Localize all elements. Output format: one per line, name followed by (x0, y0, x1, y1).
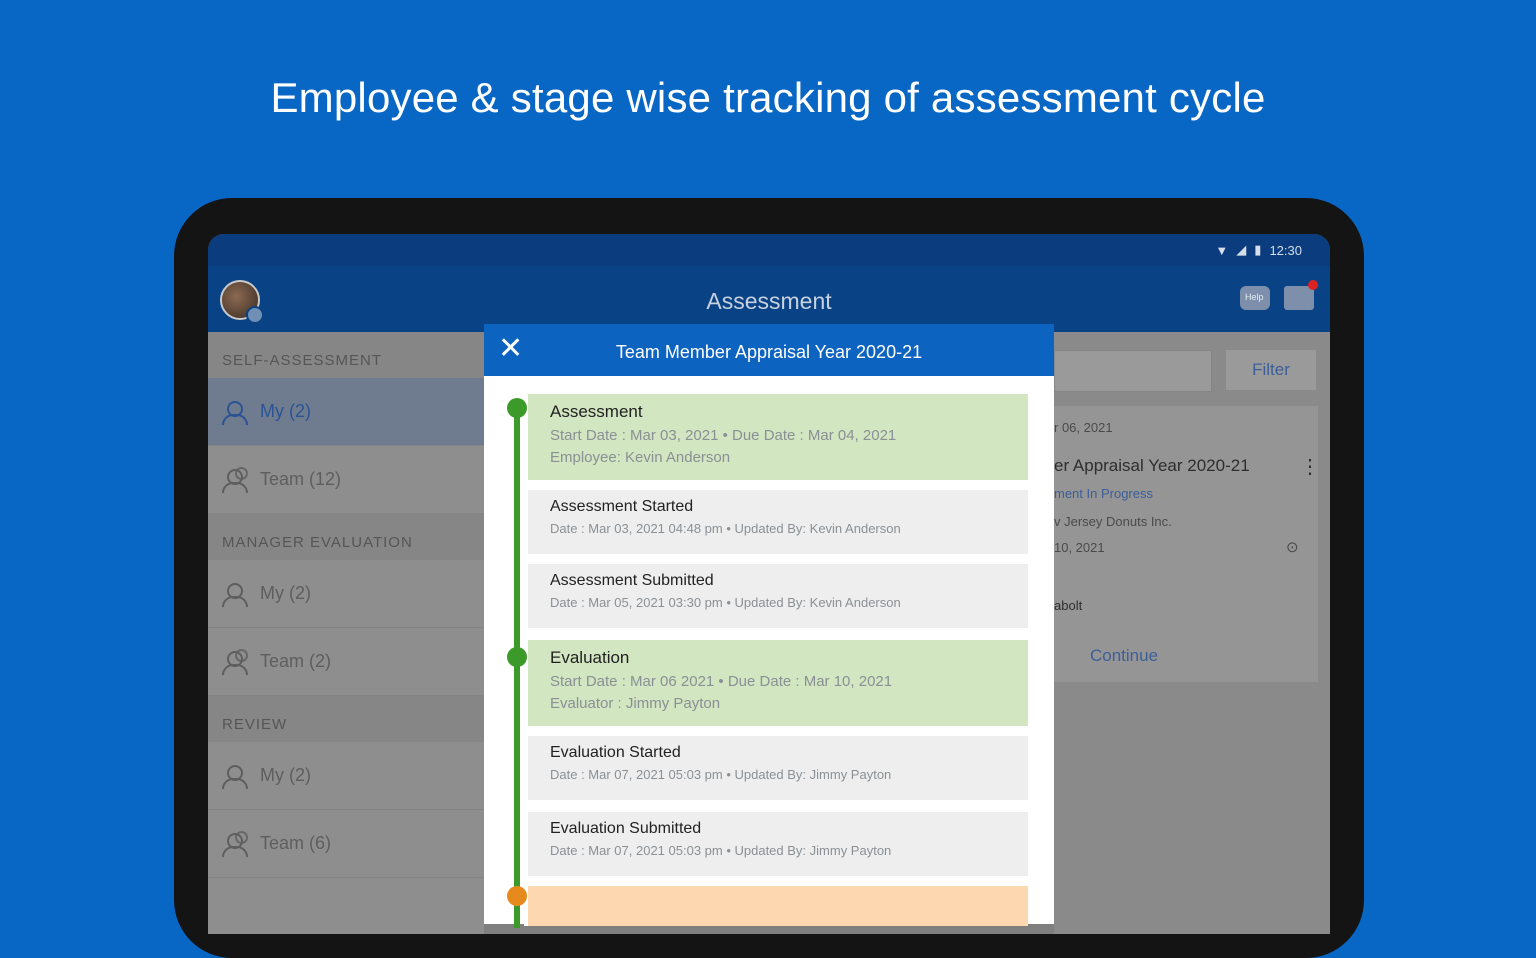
stage-node-icon (507, 647, 527, 667)
app-bar: Assessment Help (208, 266, 1330, 332)
sidebar-item-label: Team (2) (260, 651, 332, 671)
event-title: Assessment Started (550, 498, 694, 515)
sidebar: SELF-ASSESSMENT My (2) Team (12) MANAGER… (208, 332, 484, 934)
timeline-event: Assessment Submitted Date : Mar 05, 2021… (524, 564, 1028, 628)
continue-button[interactable]: Continue (1090, 646, 1158, 666)
pending-stage-node-icon (507, 886, 527, 906)
timeline-stage-evaluation: Evaluation Start Date : Mar 06 2021 • Du… (524, 640, 1028, 726)
person-icon (222, 399, 248, 425)
stage-title: Assessment (550, 402, 643, 421)
team-icon (222, 466, 248, 493)
person-icon (222, 581, 248, 607)
sidebar-item-label: My (2) (260, 583, 311, 603)
section-header-manager-evaluation: MANAGER EVALUATION (208, 514, 484, 560)
sidebar-item-review-my[interactable]: My (2) (208, 742, 484, 810)
assessment-card[interactable]: r 06, 2021 er Appraisal Year 2020-21 ⋮ m… (1054, 406, 1320, 682)
timeline-event: Evaluation Started Date : Mar 07, 2021 0… (524, 736, 1028, 800)
card-due-date: 10, 2021 (1054, 540, 1105, 555)
headline: Employee & stage wise tracking of assess… (270, 74, 1266, 121)
appraisal-timeline-dialog: ✕ Team Member Appraisal Year 2020-21 Ass… (484, 324, 1054, 928)
card-date: r 06, 2021 (1054, 420, 1113, 435)
sidebar-item-self-team[interactable]: Team (12) (208, 446, 484, 514)
card-status: ment In Progress (1054, 486, 1153, 501)
sidebar-item-manager-my[interactable]: My (2) (208, 560, 484, 628)
event-title: Assessment Submitted (550, 572, 714, 589)
event-details: Date : Mar 07, 2021 05:03 pm • Updated B… (550, 843, 892, 858)
status-time: 12:30 (1269, 242, 1302, 258)
card-title: er Appraisal Year 2020-21 (1054, 456, 1250, 475)
more-options-icon[interactable]: ⋮ (1300, 454, 1320, 479)
status-bar: ▼ ◢ ▮ 12:30 (208, 234, 1330, 266)
timeline-stage-assessment: Assessment Start Date : Mar 03, 2021 • D… (524, 394, 1028, 480)
battery-icon: ▮ (1254, 242, 1262, 257)
stage-person: Employee: Kevin Anderson (550, 449, 731, 466)
signal-icon: ◢ (1236, 242, 1247, 257)
event-details: Date : Mar 05, 2021 03:30 pm • Updated B… (550, 595, 901, 610)
filter-button[interactable]: Filter (1226, 350, 1316, 390)
timeline-event: Evaluation Submitted Date : Mar 07, 2021… (524, 812, 1028, 876)
sidebar-item-label: My (2) (260, 401, 311, 421)
search-input[interactable] (1054, 350, 1212, 392)
sidebar-item-self-my[interactable]: My (2) (208, 378, 484, 446)
stage-dates: Start Date : Mar 06 2021 • Due Date : Ma… (550, 673, 893, 690)
sidebar-item-label: Team (12) (260, 469, 342, 489)
event-details: Date : Mar 07, 2021 05:03 pm • Updated B… (550, 767, 892, 782)
timeline-track (514, 408, 520, 928)
expand-chevron-icon[interactable]: ⊙ (1286, 538, 1299, 556)
notification-badge (1308, 280, 1318, 290)
card-person: abolt (1054, 598, 1083, 613)
event-title: Evaluation Submitted (550, 820, 702, 837)
assessment-list-panel: Filter r 06, 2021 er Appraisal Year 2020… (1054, 332, 1330, 934)
timeline-event: Assessment Started Date : Mar 03, 2021 0… (524, 490, 1028, 554)
dialog-title: Team Member Appraisal Year 2020-21 (615, 342, 923, 362)
card-company: v Jersey Donuts Inc. (1054, 514, 1172, 529)
team-icon (222, 830, 248, 857)
wifi-icon: ▼ (1215, 242, 1229, 258)
timeline-stage-pending (524, 886, 1028, 926)
sidebar-item-review-team[interactable]: Team (6) (208, 810, 484, 878)
team-icon (222, 648, 248, 675)
section-header-review: REVIEW (208, 696, 484, 742)
help-chat-icon[interactable]: Help (1240, 286, 1270, 310)
inbox-icon[interactable] (1284, 280, 1318, 310)
sidebar-item-label: Team (6) (260, 833, 332, 853)
stage-title: Evaluation (550, 648, 630, 667)
section-header-self-assessment: SELF-ASSESSMENT (208, 332, 484, 378)
stage-node-icon (507, 398, 527, 418)
person-icon (222, 763, 248, 789)
sidebar-item-label: My (2) (260, 765, 311, 785)
stage-person: Evaluator : Jimmy Payton (550, 695, 721, 712)
event-details: Date : Mar 03, 2021 04:48 pm • Updated B… (550, 521, 901, 536)
sidebar-item-manager-team[interactable]: Team (2) (208, 628, 484, 696)
app-title: Assessment (706, 288, 832, 314)
dialog-header: ✕ Team Member Appraisal Year 2020-21 (484, 324, 1054, 376)
event-title: Evaluation Started (550, 744, 681, 761)
stage-dates: Start Date : Mar 03, 2021 • Due Date : M… (550, 427, 897, 444)
